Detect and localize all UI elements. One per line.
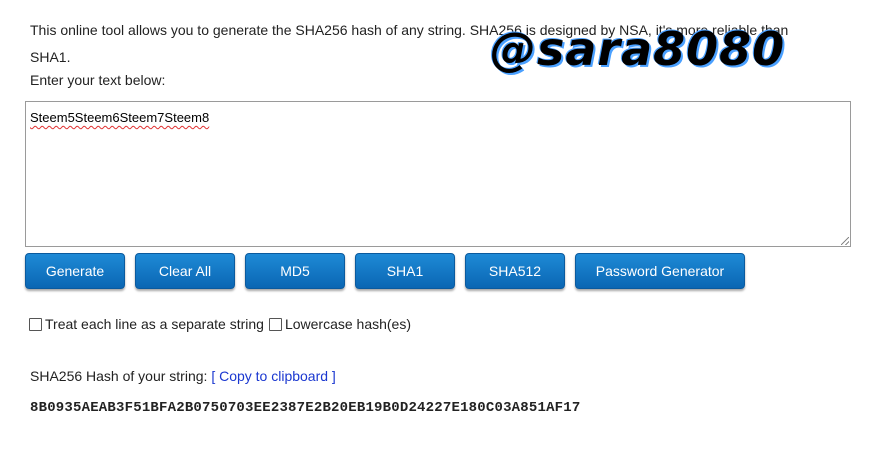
sha1-button[interactable]: SHA1: [355, 253, 455, 289]
sha512-button[interactable]: SHA512: [465, 253, 565, 289]
resize-grip-icon[interactable]: [841, 237, 849, 245]
md5-button[interactable]: MD5: [245, 253, 345, 289]
options-row: Treat each line as a separate string Low…: [29, 316, 416, 332]
clear-all-button[interactable]: Clear All: [135, 253, 235, 289]
separate-lines-label: Treat each line as a separate string: [45, 316, 264, 332]
lowercase-option[interactable]: Lowercase hash(es): [268, 316, 411, 332]
action-button-row: Generate Clear All MD5 SHA1 SHA512 Passw…: [25, 253, 745, 289]
sha256-tool-page: This online tool allows you to generate …: [0, 0, 881, 457]
hash-output: 8B0935AEAB3F51BFA2B0750703EE2387E2B20EB1…: [30, 400, 581, 416]
password-generator-button[interactable]: Password Generator: [575, 253, 745, 289]
input-text-value: Steem5Steem6Steem7Steem8: [30, 110, 210, 125]
lowercase-label: Lowercase hash(es): [284, 316, 411, 332]
separate-lines-option[interactable]: Treat each line as a separate string: [29, 316, 264, 332]
watermark-username: @sara8080: [490, 22, 786, 76]
input-textarea[interactable]: Steem5Steem6Steem7Steem8: [25, 101, 851, 247]
enter-text-label: Enter your text below:: [30, 72, 166, 88]
generate-button[interactable]: Generate: [25, 253, 125, 289]
separate-lines-checkbox[interactable]: [29, 317, 42, 331]
result-label: SHA256 Hash of your string:: [30, 368, 208, 384]
lowercase-checkbox[interactable]: [268, 317, 282, 331]
copy-to-clipboard-link[interactable]: [ Copy to clipboard ]: [211, 368, 336, 384]
result-heading: SHA256 Hash of your string: [ Copy to cl…: [30, 368, 336, 384]
